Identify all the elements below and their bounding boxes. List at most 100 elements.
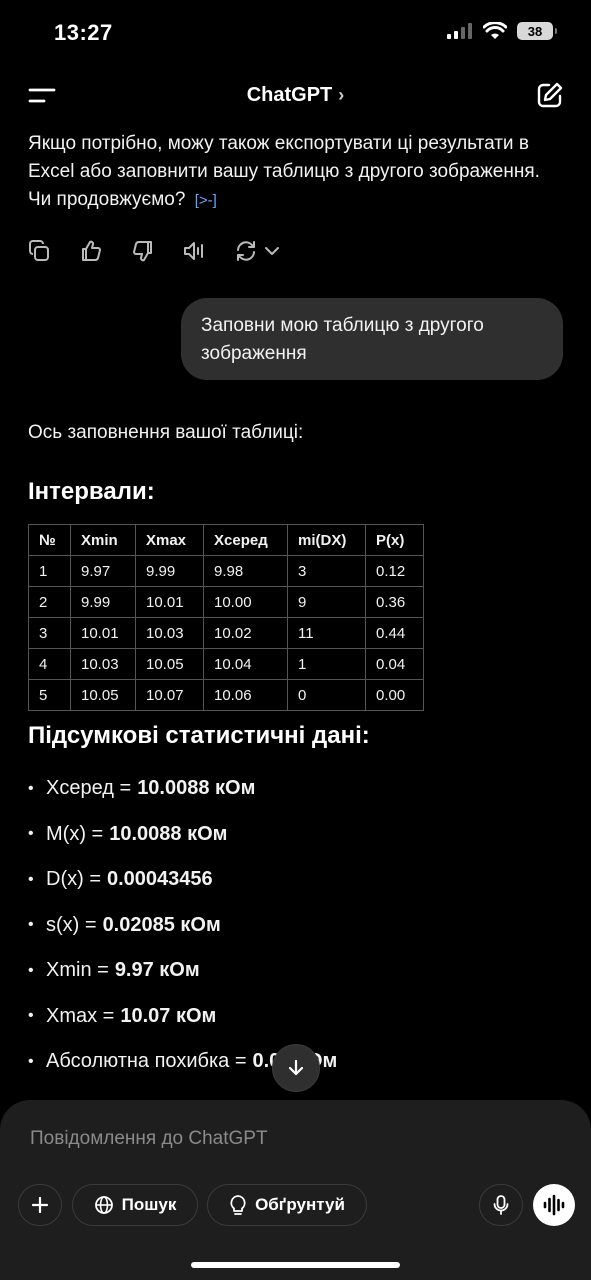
like-button[interactable]: [78, 238, 104, 264]
stat-label: s(x) =: [46, 913, 97, 936]
table-header-cell: №: [28, 524, 71, 556]
table-cell: 0.00: [365, 679, 424, 711]
table-cell: 10.06: [203, 679, 288, 711]
table-row: 5 10.05 10.07 10.06 0 0.00: [28, 679, 424, 711]
voice-mode-button[interactable]: [533, 1184, 575, 1226]
new-chat-button[interactable]: [535, 80, 565, 110]
app-title: ChatGPT: [246, 84, 333, 106]
assistant-message-prev: Якщо потрібно, можу також експортувати ц…: [28, 130, 548, 215]
microphone-icon: [493, 1195, 509, 1215]
table-cell: 10.05: [135, 648, 204, 680]
source-badge[interactable]: [>-]: [195, 187, 217, 215]
app-header: ChatGPT ›: [0, 66, 591, 126]
intervals-table: № Xmin Xmax Xсеред mi(DX) P(x) 1 9.97 9.…: [28, 524, 424, 711]
table-cell: 9.99: [70, 586, 136, 618]
table-header-cell: mi(DX): [287, 524, 366, 556]
copy-button[interactable]: [26, 238, 52, 264]
stat-label: Xсеред =: [46, 777, 132, 800]
table-header-cell: Xmin: [70, 524, 136, 556]
stat-value: 10.0088 кОм: [109, 822, 228, 845]
table-cell: 0.44: [365, 617, 424, 649]
assistant-message-text: Якщо потрібно, можу також експортувати ц…: [28, 133, 540, 210]
table-cell: 10.05: [70, 679, 136, 711]
list-item: • M(x) = 10.0088 кОм: [28, 822, 228, 845]
chevron-right-icon: ›: [338, 85, 345, 105]
cellular-signal-icon: [447, 23, 472, 39]
stat-label: Абсолютна похибка =: [46, 1050, 247, 1073]
arrow-down-icon: [288, 1059, 304, 1076]
search-button-label: Пошук: [121, 1195, 177, 1214]
status-bar: 13:27 38: [0, 0, 591, 66]
dictation-button[interactable]: [479, 1184, 523, 1226]
stat-value: 9.97 кОм: [114, 959, 200, 982]
table-row: 2 9.99 10.01 10.00 9 0.36: [28, 586, 424, 618]
table-cell: 10.02: [203, 617, 288, 649]
stat-label: M(x) =: [46, 822, 104, 845]
copy-icon: [29, 240, 49, 261]
thumbs-up-icon: [82, 240, 101, 261]
lightbulb-icon: [230, 1195, 246, 1215]
table-cell: 2: [28, 586, 71, 618]
user-message-bubble: Заповни мою таблицю з другого зображення: [181, 298, 563, 380]
message-input[interactable]: [30, 1128, 550, 1150]
plus-icon: [31, 1196, 49, 1214]
table-cell: 0: [287, 679, 366, 711]
intervals-heading: Інтервали:: [28, 478, 155, 505]
table-cell: 9.99: [135, 555, 204, 587]
reason-button-label: Обґрунтуй: [255, 1195, 345, 1214]
waveform-icon: [543, 1194, 565, 1216]
search-button[interactable]: Пошук: [72, 1184, 198, 1226]
table-cell: 10.04: [203, 648, 288, 680]
reason-button[interactable]: Обґрунтуй: [207, 1184, 367, 1226]
table-cell: 10.01: [70, 617, 136, 649]
attach-button[interactable]: [18, 1184, 62, 1226]
status-icons: 38: [447, 22, 557, 40]
table-row: 1 9.97 9.99 9.98 3 0.12: [28, 555, 424, 587]
battery-indicator: 38: [517, 22, 557, 40]
stat-label: D(x) =: [46, 868, 101, 891]
thumbs-down-icon: [133, 241, 152, 262]
table-cell: 10.00: [203, 586, 288, 618]
user-message-text: Заповни мою таблицю з другого зображення: [201, 315, 484, 364]
list-item: • s(x) = 0.02085 кОм: [28, 913, 221, 936]
dislike-button[interactable]: [130, 238, 156, 264]
table-header-cell: P(x): [365, 524, 424, 556]
stat-value: 10.0088 кОм: [137, 777, 256, 800]
summary-heading: Підсумкові статистичні дані:: [28, 722, 370, 749]
table-header-row: № Xmin Xmax Xсеред mi(DX) P(x): [28, 524, 424, 556]
table-cell: 10.07: [135, 679, 204, 711]
table-cell: 10.03: [135, 617, 204, 649]
stat-value: 10.07 кОм: [120, 1004, 217, 1027]
table-cell: 1: [287, 648, 366, 680]
list-item: • Xсеред = 10.0088 кОм: [28, 777, 256, 800]
table-cell: 11: [287, 617, 366, 649]
list-item: • Xmin = 9.97 кОм: [28, 959, 200, 982]
stat-label: Xmin =: [46, 959, 109, 982]
composer: Пошук Обґрунтуй: [0, 1100, 591, 1280]
table-header-cell: Xсеред: [203, 524, 288, 556]
speaker-icon: [184, 242, 203, 260]
globe-icon: [94, 1196, 113, 1214]
table-cell: 4: [28, 648, 71, 680]
scroll-to-bottom-button[interactable]: [272, 1044, 320, 1092]
table-cell: 10.03: [70, 648, 136, 680]
table-cell: 3: [287, 555, 366, 587]
table-cell: 9: [287, 586, 366, 618]
regenerate-button[interactable]: [234, 238, 284, 264]
read-aloud-button[interactable]: [182, 238, 208, 264]
table-cell: 0.04: [365, 648, 424, 680]
table-row: 4 10.03 10.05 10.04 1 0.04: [28, 648, 424, 680]
list-item: • Xmax = 10.07 кОм: [28, 1004, 217, 1027]
table-cell: 10.01: [135, 586, 204, 618]
stats-list: • Xсеред = 10.0088 кОм • M(x) = 10.0088 кОм …: [28, 766, 337, 1085]
list-item: • D(x) = 0.00043456: [28, 868, 213, 891]
table-cell: 0.12: [365, 555, 424, 587]
stat-value: 0.02085 кОм: [102, 913, 221, 936]
response-intro: Ось заповнення вашої таблиці:: [28, 422, 304, 443]
model-selector[interactable]: ChatGPT ›: [0, 84, 591, 107]
stat-value: 0.00043456: [107, 868, 213, 891]
table-row: 3 10.01 10.03 10.02 11 0.44: [28, 617, 424, 649]
home-indicator: [191, 1262, 400, 1268]
stat-label: Xmax =: [46, 1004, 115, 1027]
table-cell: 0.36: [365, 586, 424, 618]
